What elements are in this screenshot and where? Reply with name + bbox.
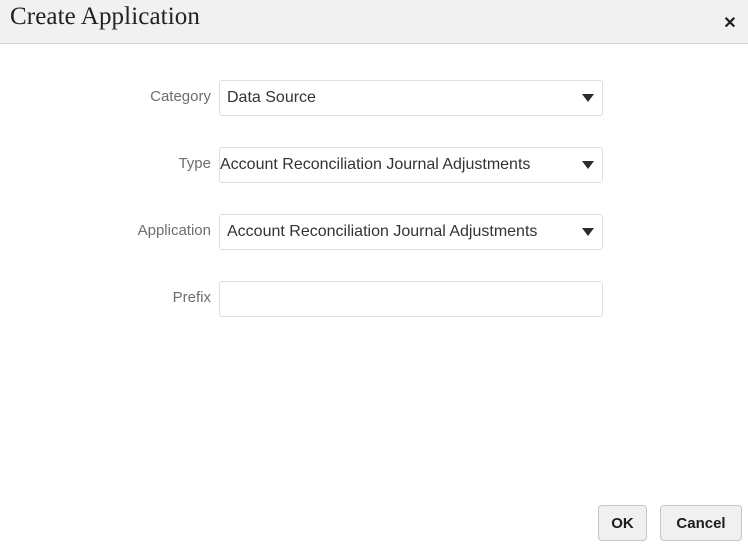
close-icon: ✕ xyxy=(723,16,736,32)
application-value: Account Reconciliation Journal Adjustmen… xyxy=(227,215,568,249)
ok-button[interactable]: OK xyxy=(598,505,647,541)
prefix-label: Prefix xyxy=(0,289,211,306)
category-chevron-down-icon[interactable] xyxy=(582,81,594,115)
dialog-title: Create Application xyxy=(10,3,200,31)
form-row-category: Category Data Source xyxy=(0,80,748,116)
form-row-prefix: Prefix xyxy=(0,281,748,317)
prefix-input[interactable] xyxy=(221,283,603,317)
form-row-type: Type Account Reconciliation Journal Adju… xyxy=(0,147,748,183)
type-label: Type xyxy=(0,155,211,172)
chevron-down-icon xyxy=(582,161,594,169)
create-application-dialog: Create Application ✕ Category Data Sourc… xyxy=(0,0,748,547)
dialog-button-bar: OK Cancel xyxy=(0,499,748,547)
close-button[interactable]: ✕ xyxy=(718,13,742,35)
type-value: Account Reconciliation Journal Adjustmen… xyxy=(220,148,568,182)
chevron-down-icon xyxy=(582,228,594,236)
application-chevron-down-icon[interactable] xyxy=(582,215,594,249)
dialog-form-area: Category Data Source Type Account Reconc… xyxy=(0,44,748,499)
application-label: Application xyxy=(0,222,211,239)
prefix-field[interactable] xyxy=(219,281,603,317)
cancel-button[interactable]: Cancel xyxy=(660,505,742,541)
application-dropdown[interactable]: Account Reconciliation Journal Adjustmen… xyxy=(219,214,603,250)
form-row-application: Application Account Reconciliation Journ… xyxy=(0,214,748,250)
chevron-down-icon xyxy=(582,94,594,102)
dialog-titlebar: Create Application ✕ xyxy=(0,0,748,44)
category-dropdown[interactable]: Data Source xyxy=(219,80,603,116)
type-chevron-down-icon[interactable] xyxy=(582,148,594,182)
type-dropdown[interactable]: Account Reconciliation Journal Adjustmen… xyxy=(219,147,603,183)
category-value: Data Source xyxy=(227,81,568,115)
category-label: Category xyxy=(0,88,211,105)
